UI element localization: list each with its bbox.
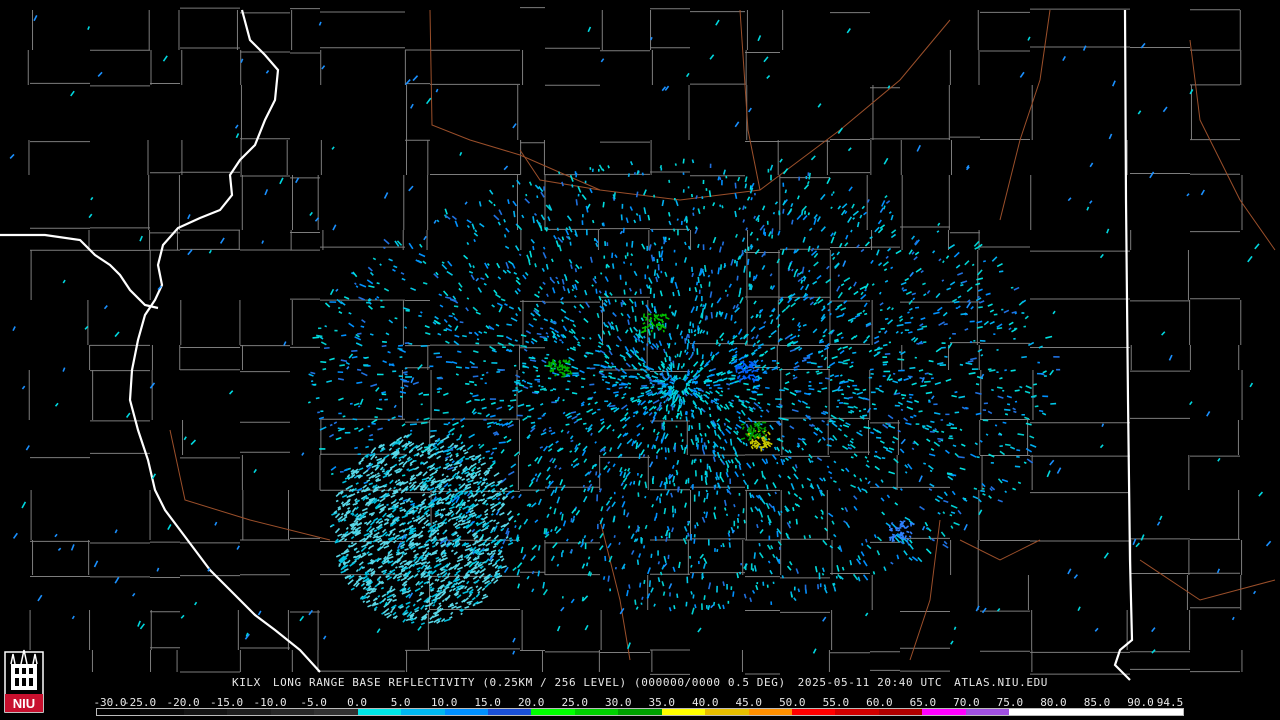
colorscale-swatch [922, 709, 966, 715]
colorscale-swatch [314, 709, 358, 715]
colorscale-swatch [618, 709, 662, 715]
colorscale-swatch [705, 709, 749, 715]
radar-map [0, 7, 1276, 681]
colorscale-swatch [183, 709, 228, 715]
colorscale-swatch [227, 709, 271, 715]
product-caption: KILX LONG RANGE BASE REFLECTIVITY (0.25KM… [0, 676, 1280, 689]
datetime: 2025-05-11 20:40 UTC [797, 676, 943, 689]
colorscale-swatch [1096, 709, 1140, 715]
colorscale-swatch [487, 709, 532, 715]
product-name: LONG RANGE BASE REFLECTIVITY (0.25KM / 2… [272, 676, 786, 689]
colorscale-swatch [792, 709, 836, 715]
colorscale-swatch [574, 709, 619, 715]
site-url: ATLAS.NIU.EDU [954, 676, 1049, 689]
colorscale-swatch [835, 709, 879, 715]
niu-tower-logo-icon: NIU [4, 649, 44, 713]
colorscale-swatch [661, 709, 706, 715]
colorscale-swatch [97, 709, 141, 715]
colorscale-swatch [1009, 709, 1053, 715]
radar-site-marker [674, 379, 686, 391]
colorscale-swatch [748, 709, 792, 715]
colorscale-swatch [531, 709, 575, 715]
colorscale-swatch [401, 709, 445, 715]
station-id: KILX [231, 676, 261, 689]
colorscale-swatch [965, 709, 1010, 715]
colorscale-swatch [357, 709, 402, 715]
colorscale-swatch [1052, 709, 1097, 715]
state-borders [0, 9, 1134, 681]
colorscale-swatch [1139, 709, 1183, 715]
colorscale-swatch [878, 709, 923, 715]
colorscale-swatch [444, 709, 488, 715]
radar-echoes [9, 15, 1272, 655]
colorscale-bar [96, 708, 1184, 716]
colorscale-swatch [270, 709, 315, 715]
colorscale-labels: -30.0 -25.0 -20.0 -15.0 -10.0 -5.0 0.0 5.0 10.0 1… [93, 696, 1186, 709]
colorscale-swatch [140, 709, 184, 715]
